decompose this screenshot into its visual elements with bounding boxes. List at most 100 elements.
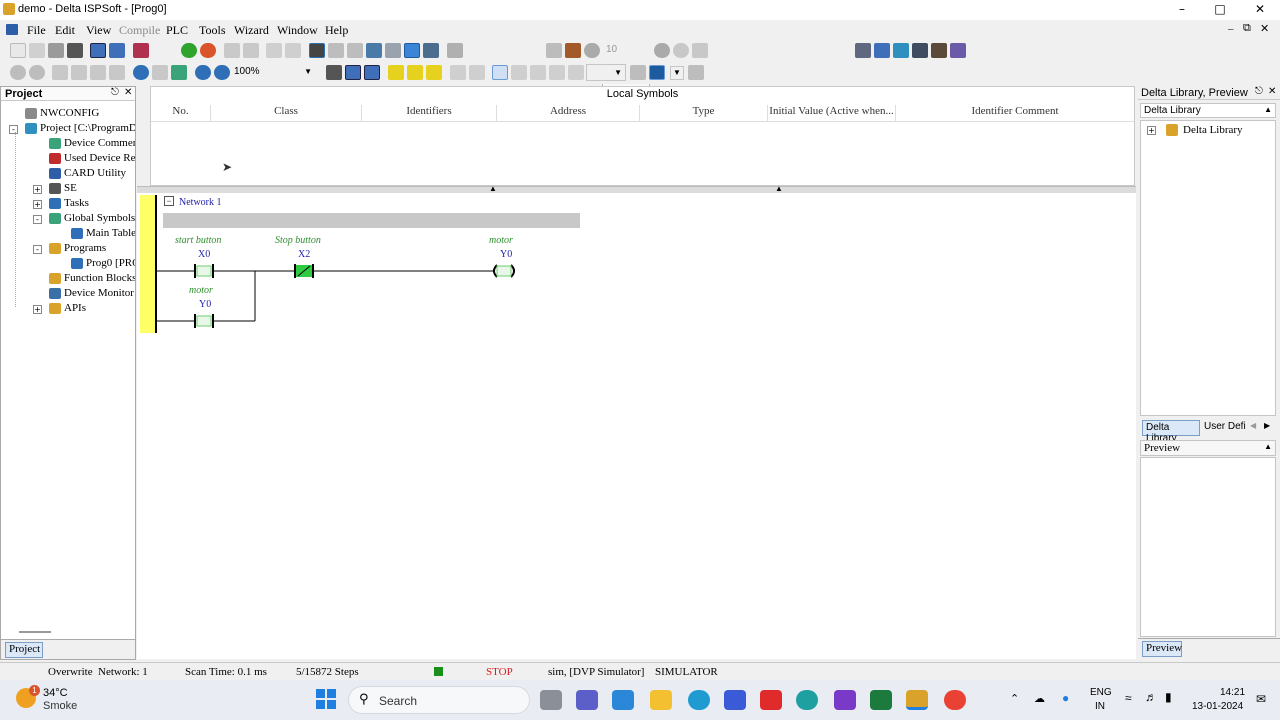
monitor2-icon[interactable]: [347, 43, 363, 58]
layout-icon[interactable]: [90, 43, 106, 58]
tree-item[interactable]: Used Device Rep: [49, 152, 135, 164]
tree-expander-icon[interactable]: -: [33, 245, 42, 254]
tree-item[interactable]: Function Blocks: [49, 272, 135, 284]
network-collapse-icon[interactable]: −: [164, 196, 174, 206]
col-identifier-comment[interactable]: Identifier Comment: [896, 105, 1134, 121]
select-cursor-icon[interactable]: [492, 65, 508, 80]
tab-scroll-right-icon[interactable]: ▶: [1264, 421, 1270, 430]
tab-delta-library[interactable]: Delta Library: [1142, 420, 1200, 444]
comm-icon[interactable]: [423, 43, 439, 58]
save-icon[interactable]: [48, 43, 64, 58]
col-initial-value[interactable]: Initial Value (Active when...: [768, 105, 896, 121]
media-player-icon[interactable]: [724, 690, 746, 710]
tab-preview[interactable]: Preview: [1142, 641, 1182, 657]
and-select[interactable]: ▼: [586, 64, 626, 81]
tree-item[interactable]: Device Monitor T: [49, 287, 135, 299]
compare2-icon[interactable]: [285, 43, 301, 58]
expand-icon[interactable]: +: [1147, 126, 1156, 135]
brace-icon[interactable]: [530, 65, 546, 80]
hline-icon[interactable]: [511, 65, 527, 80]
goto-icon[interactable]: [171, 65, 187, 80]
col-class[interactable]: Class: [211, 105, 362, 121]
contact-no-icon[interactable]: [450, 65, 466, 80]
tab-scroll-left-icon[interactable]: ◀: [1250, 421, 1256, 430]
reset-icon[interactable]: [692, 43, 708, 58]
excel-icon[interactable]: [870, 690, 892, 710]
menu-view[interactable]: View: [86, 23, 111, 38]
network-comment-bar[interactable]: [163, 213, 580, 228]
apply-dropdown[interactable]: ▼: [670, 66, 684, 80]
close-button[interactable]: ✕: [1240, 0, 1280, 20]
coil-icon[interactable]: [630, 65, 646, 80]
step-icon[interactable]: [546, 43, 562, 58]
doc-icon[interactable]: [6, 24, 18, 35]
zoom-select[interactable]: 100% ▼: [231, 64, 315, 81]
tree-item[interactable]: NWCONFIG: [25, 107, 99, 119]
new-file-icon[interactable]: [10, 43, 26, 58]
halt-icon[interactable]: [654, 43, 670, 58]
collapse-up-icon[interactable]: ▲: [489, 184, 497, 193]
ispsoft-taskbar-icon[interactable]: [906, 690, 928, 710]
delete-icon[interactable]: [109, 65, 125, 80]
network-title[interactable]: Network 1: [179, 197, 222, 208]
chrome-icon[interactable]: [944, 690, 966, 710]
tree-item[interactable]: Device Comment: [49, 137, 135, 149]
tree-item[interactable]: Project [C:\ProgramDa: [25, 122, 135, 134]
wifi-icon[interactable]: ≈: [1125, 691, 1132, 705]
battery-icon[interactable]: ▮: [1165, 690, 1172, 704]
tag-edit-icon[interactable]: [407, 65, 423, 80]
monitor-icon[interactable]: [328, 43, 344, 58]
onedrive-icon[interactable]: ☁: [1034, 692, 1045, 705]
mdi-close-button[interactable]: ✕: [1260, 22, 1269, 35]
contact-start-button[interactable]: [194, 264, 214, 278]
taskbar-search[interactable]: ⚲ Search: [348, 686, 530, 714]
window-icon[interactable]: [109, 43, 125, 58]
print-icon[interactable]: [67, 43, 83, 58]
zoom-out-icon[interactable]: [214, 65, 230, 80]
menu-tools[interactable]: Tools: [199, 23, 226, 38]
download-icon[interactable]: [243, 43, 259, 58]
tree-item[interactable]: SE: [49, 182, 77, 194]
online-icon[interactable]: [309, 43, 325, 58]
tag-icon[interactable]: [388, 65, 404, 80]
library-tree-root[interactable]: Delta Library: [1183, 124, 1243, 136]
menu-help[interactable]: Help: [325, 23, 348, 38]
align-icon[interactable]: [855, 43, 871, 58]
pause-icon[interactable]: [584, 43, 600, 58]
contact-motor-holding[interactable]: [194, 314, 214, 328]
chevron-up-icon[interactable]: ▲: [1264, 442, 1272, 451]
upload-icon[interactable]: [224, 43, 240, 58]
mdi-restore-button[interactable]: ⧉: [1243, 22, 1251, 35]
apply-icon[interactable]: [649, 65, 665, 80]
paste-icon[interactable]: [90, 65, 106, 80]
zoom-in-icon[interactable]: [195, 65, 211, 80]
vline-icon[interactable]: [549, 65, 565, 80]
simulate-icon[interactable]: [385, 43, 401, 58]
device-icon[interactable]: [366, 43, 382, 58]
teams-icon[interactable]: [576, 690, 598, 710]
col-type[interactable]: Type: [640, 105, 768, 121]
grid-icon[interactable]: [912, 43, 928, 58]
tree-expander-icon[interactable]: +: [33, 305, 42, 314]
tree-scrollbar[interactable]: [19, 631, 51, 633]
editor-splitter[interactable]: ▲ ▲: [137, 184, 1136, 193]
notification-icon[interactable]: ✉: [1256, 692, 1266, 706]
cut-icon[interactable]: [52, 65, 68, 80]
pin-icon[interactable]: ⎋: [1255, 86, 1263, 97]
anydesk-icon[interactable]: [760, 690, 782, 710]
tree-expander-icon[interactable]: +: [33, 185, 42, 194]
chrome-dev-icon[interactable]: [796, 690, 818, 710]
open-file-icon[interactable]: [29, 43, 45, 58]
tree-expander-icon[interactable]: -: [9, 125, 18, 134]
col-no[interactable]: No.: [151, 105, 211, 121]
tab-user-defined[interactable]: User Defi: [1202, 420, 1248, 436]
branch-icon[interactable]: [568, 65, 584, 80]
explorer-icon[interactable]: [650, 690, 672, 710]
mdi-minimize-button[interactable]: –: [1228, 23, 1234, 35]
undo-icon[interactable]: [10, 65, 26, 80]
menu-plc[interactable]: PLC: [166, 23, 188, 38]
redo-icon[interactable]: [29, 65, 45, 80]
tree-expander-icon[interactable]: -: [33, 215, 42, 224]
col-identifiers[interactable]: Identifiers: [362, 105, 497, 121]
contact-nc-icon[interactable]: [469, 65, 485, 80]
